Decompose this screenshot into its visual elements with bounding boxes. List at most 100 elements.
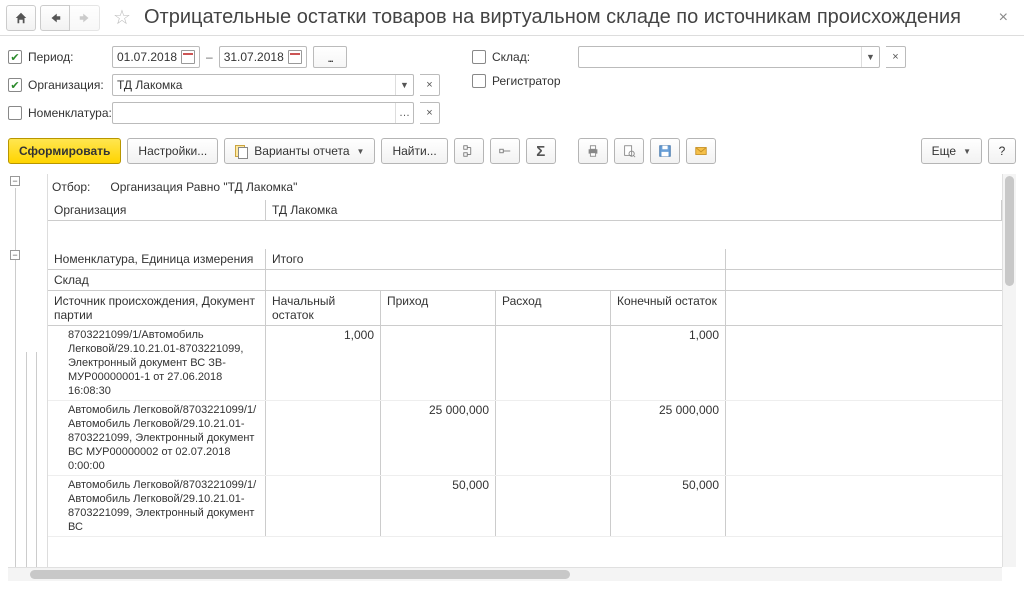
page-magnify-icon — [622, 144, 636, 158]
period-label: Период: — [28, 50, 106, 64]
collapse-tree-icon — [498, 144, 512, 158]
row-c4: 25 000,000 — [611, 401, 726, 475]
row-c2: 50,000 — [381, 476, 496, 536]
period-picker-button[interactable]: ... — [313, 46, 347, 68]
table-row[interactable]: 8703221099/1/Автомобиль Легковой/29.10.2… — [48, 326, 1002, 401]
home-button[interactable] — [6, 5, 36, 31]
itogo-header: Итого — [266, 249, 726, 269]
find-button[interactable]: Найти... — [381, 138, 447, 164]
report-area: − − Отбор: Организация Равно "ТД Лакомка… — [8, 174, 1016, 581]
outline-gutter: − − — [8, 174, 48, 567]
report-grid: Отбор: Организация Равно "ТД Лакомка" Ор… — [48, 174, 1002, 567]
sklad-clear-button[interactable]: × — [886, 46, 906, 68]
sklad-label: Склад: — [492, 50, 572, 64]
row-c3 — [496, 476, 611, 536]
col-header-1: Начальный остаток — [266, 291, 381, 325]
arrow-right-icon — [78, 11, 92, 25]
registrator-label: Регистратор — [492, 74, 561, 88]
group-header-3: Источник происхождения, Документ партии — [48, 291, 266, 325]
home-icon — [14, 11, 28, 25]
variants-icon — [235, 145, 249, 157]
collapse-all-button[interactable] — [490, 138, 520, 164]
calendar-icon — [181, 50, 195, 64]
printer-icon — [586, 144, 600, 158]
settings-label: Настройки... — [138, 144, 207, 158]
save-button[interactable] — [650, 138, 680, 164]
help-button[interactable]: ? — [988, 138, 1016, 164]
horizontal-scrollbar[interactable] — [8, 567, 1002, 581]
row-c4: 50,000 — [611, 476, 726, 536]
chevron-down-icon: ▼ — [357, 147, 365, 156]
ellipsis-icon: … — [395, 103, 413, 123]
email-button[interactable] — [686, 138, 716, 164]
find-label: Найти... — [392, 144, 436, 158]
org-value: ТД Лакомка — [113, 78, 395, 92]
nomen-label: Номенклатура: — [28, 106, 106, 120]
nomen-combo[interactable]: … — [112, 102, 414, 124]
scroll-thumb[interactable] — [30, 570, 570, 579]
row-c4: 1,000 — [611, 326, 726, 400]
date-from-value: 01.07.2018 — [117, 50, 177, 64]
date-from-input[interactable]: 01.07.2018 — [112, 46, 200, 68]
row-c2: 25 000,000 — [381, 401, 496, 475]
group-header-2: Склад — [48, 270, 266, 290]
table-row[interactable]: Автомобиль Легковой/8703221099/1/Автомоб… — [48, 476, 1002, 537]
filter-desc-label: Отбор: — [52, 180, 90, 194]
calendar-icon — [288, 50, 302, 64]
expand-all-button[interactable] — [454, 138, 484, 164]
table-row[interactable]: Автомобиль Легковой/8703221099/1/Автомоб… — [48, 401, 1002, 476]
row-label: 8703221099/1/Автомобиль Легковой/29.10.2… — [48, 326, 266, 400]
sklad-combo[interactable]: ▼ — [578, 46, 880, 68]
col-header-2: Приход — [381, 291, 496, 325]
scroll-thumb[interactable] — [1005, 176, 1014, 286]
back-button[interactable] — [40, 5, 70, 31]
arrow-left-icon — [48, 11, 62, 25]
favorite-star-icon[interactable]: ☆ — [110, 6, 134, 30]
date-to-value: 31.07.2018 — [224, 50, 284, 64]
nomen-checkbox[interactable] — [8, 106, 22, 120]
period-checkbox[interactable] — [8, 50, 22, 64]
toolbar: Сформировать Настройки... Варианты отчет… — [0, 134, 1024, 172]
floppy-icon — [658, 144, 672, 158]
chevron-down-icon: ▼ — [395, 75, 413, 95]
org-combo[interactable]: ТД Лакомка ▼ — [112, 74, 414, 96]
variants-button[interactable]: Варианты отчета ▼ — [224, 138, 375, 164]
filter-panel: Период: 01.07.2018 – 31.07.2018 ... Орга… — [0, 36, 1024, 134]
mail-icon — [694, 144, 708, 158]
date-to-input[interactable]: 31.07.2018 — [219, 46, 307, 68]
filter-description: Отбор: Организация Равно "ТД Лакомка" — [48, 174, 1002, 200]
preview-button[interactable] — [614, 138, 644, 164]
group-header-1: Номенклатура, Единица измерения — [48, 249, 266, 269]
org-checkbox[interactable] — [8, 78, 22, 92]
sklad-checkbox[interactable] — [472, 50, 486, 64]
more-button[interactable]: Еще ▼ — [921, 138, 982, 164]
chevron-down-icon: ▼ — [861, 47, 879, 67]
org-clear-button[interactable]: × — [420, 74, 440, 96]
outline-toggle[interactable]: − — [10, 176, 20, 186]
org-header-value: ТД Лакомка — [266, 200, 1002, 220]
row-c3 — [496, 326, 611, 400]
forward-button[interactable] — [70, 5, 100, 31]
outline-toggle[interactable]: − — [10, 250, 20, 260]
sigma-icon: Σ — [536, 143, 545, 160]
row-c1 — [266, 401, 381, 475]
filter-desc-value: Организация Равно "ТД Лакомка" — [110, 180, 297, 194]
vertical-scrollbar[interactable] — [1002, 174, 1016, 567]
row-c3 — [496, 401, 611, 475]
help-label: ? — [999, 144, 1006, 158]
more-label: Еще — [932, 144, 956, 158]
chevron-down-icon: ▼ — [963, 147, 971, 156]
row-c1 — [266, 476, 381, 536]
org-header-label: Организация — [48, 200, 266, 220]
form-button[interactable]: Сформировать — [8, 138, 121, 164]
nomen-clear-button[interactable]: × — [420, 102, 440, 124]
print-button[interactable] — [578, 138, 608, 164]
sum-button[interactable]: Σ — [526, 138, 556, 164]
col-header-3: Расход — [496, 291, 611, 325]
expand-tree-icon — [462, 144, 476, 158]
settings-button[interactable]: Настройки... — [127, 138, 218, 164]
row-label: Автомобиль Легковой/8703221099/1/Автомоб… — [48, 476, 266, 536]
close-button[interactable]: × — [995, 5, 1012, 31]
registrator-checkbox[interactable] — [472, 74, 486, 88]
form-label: Сформировать — [19, 144, 110, 158]
